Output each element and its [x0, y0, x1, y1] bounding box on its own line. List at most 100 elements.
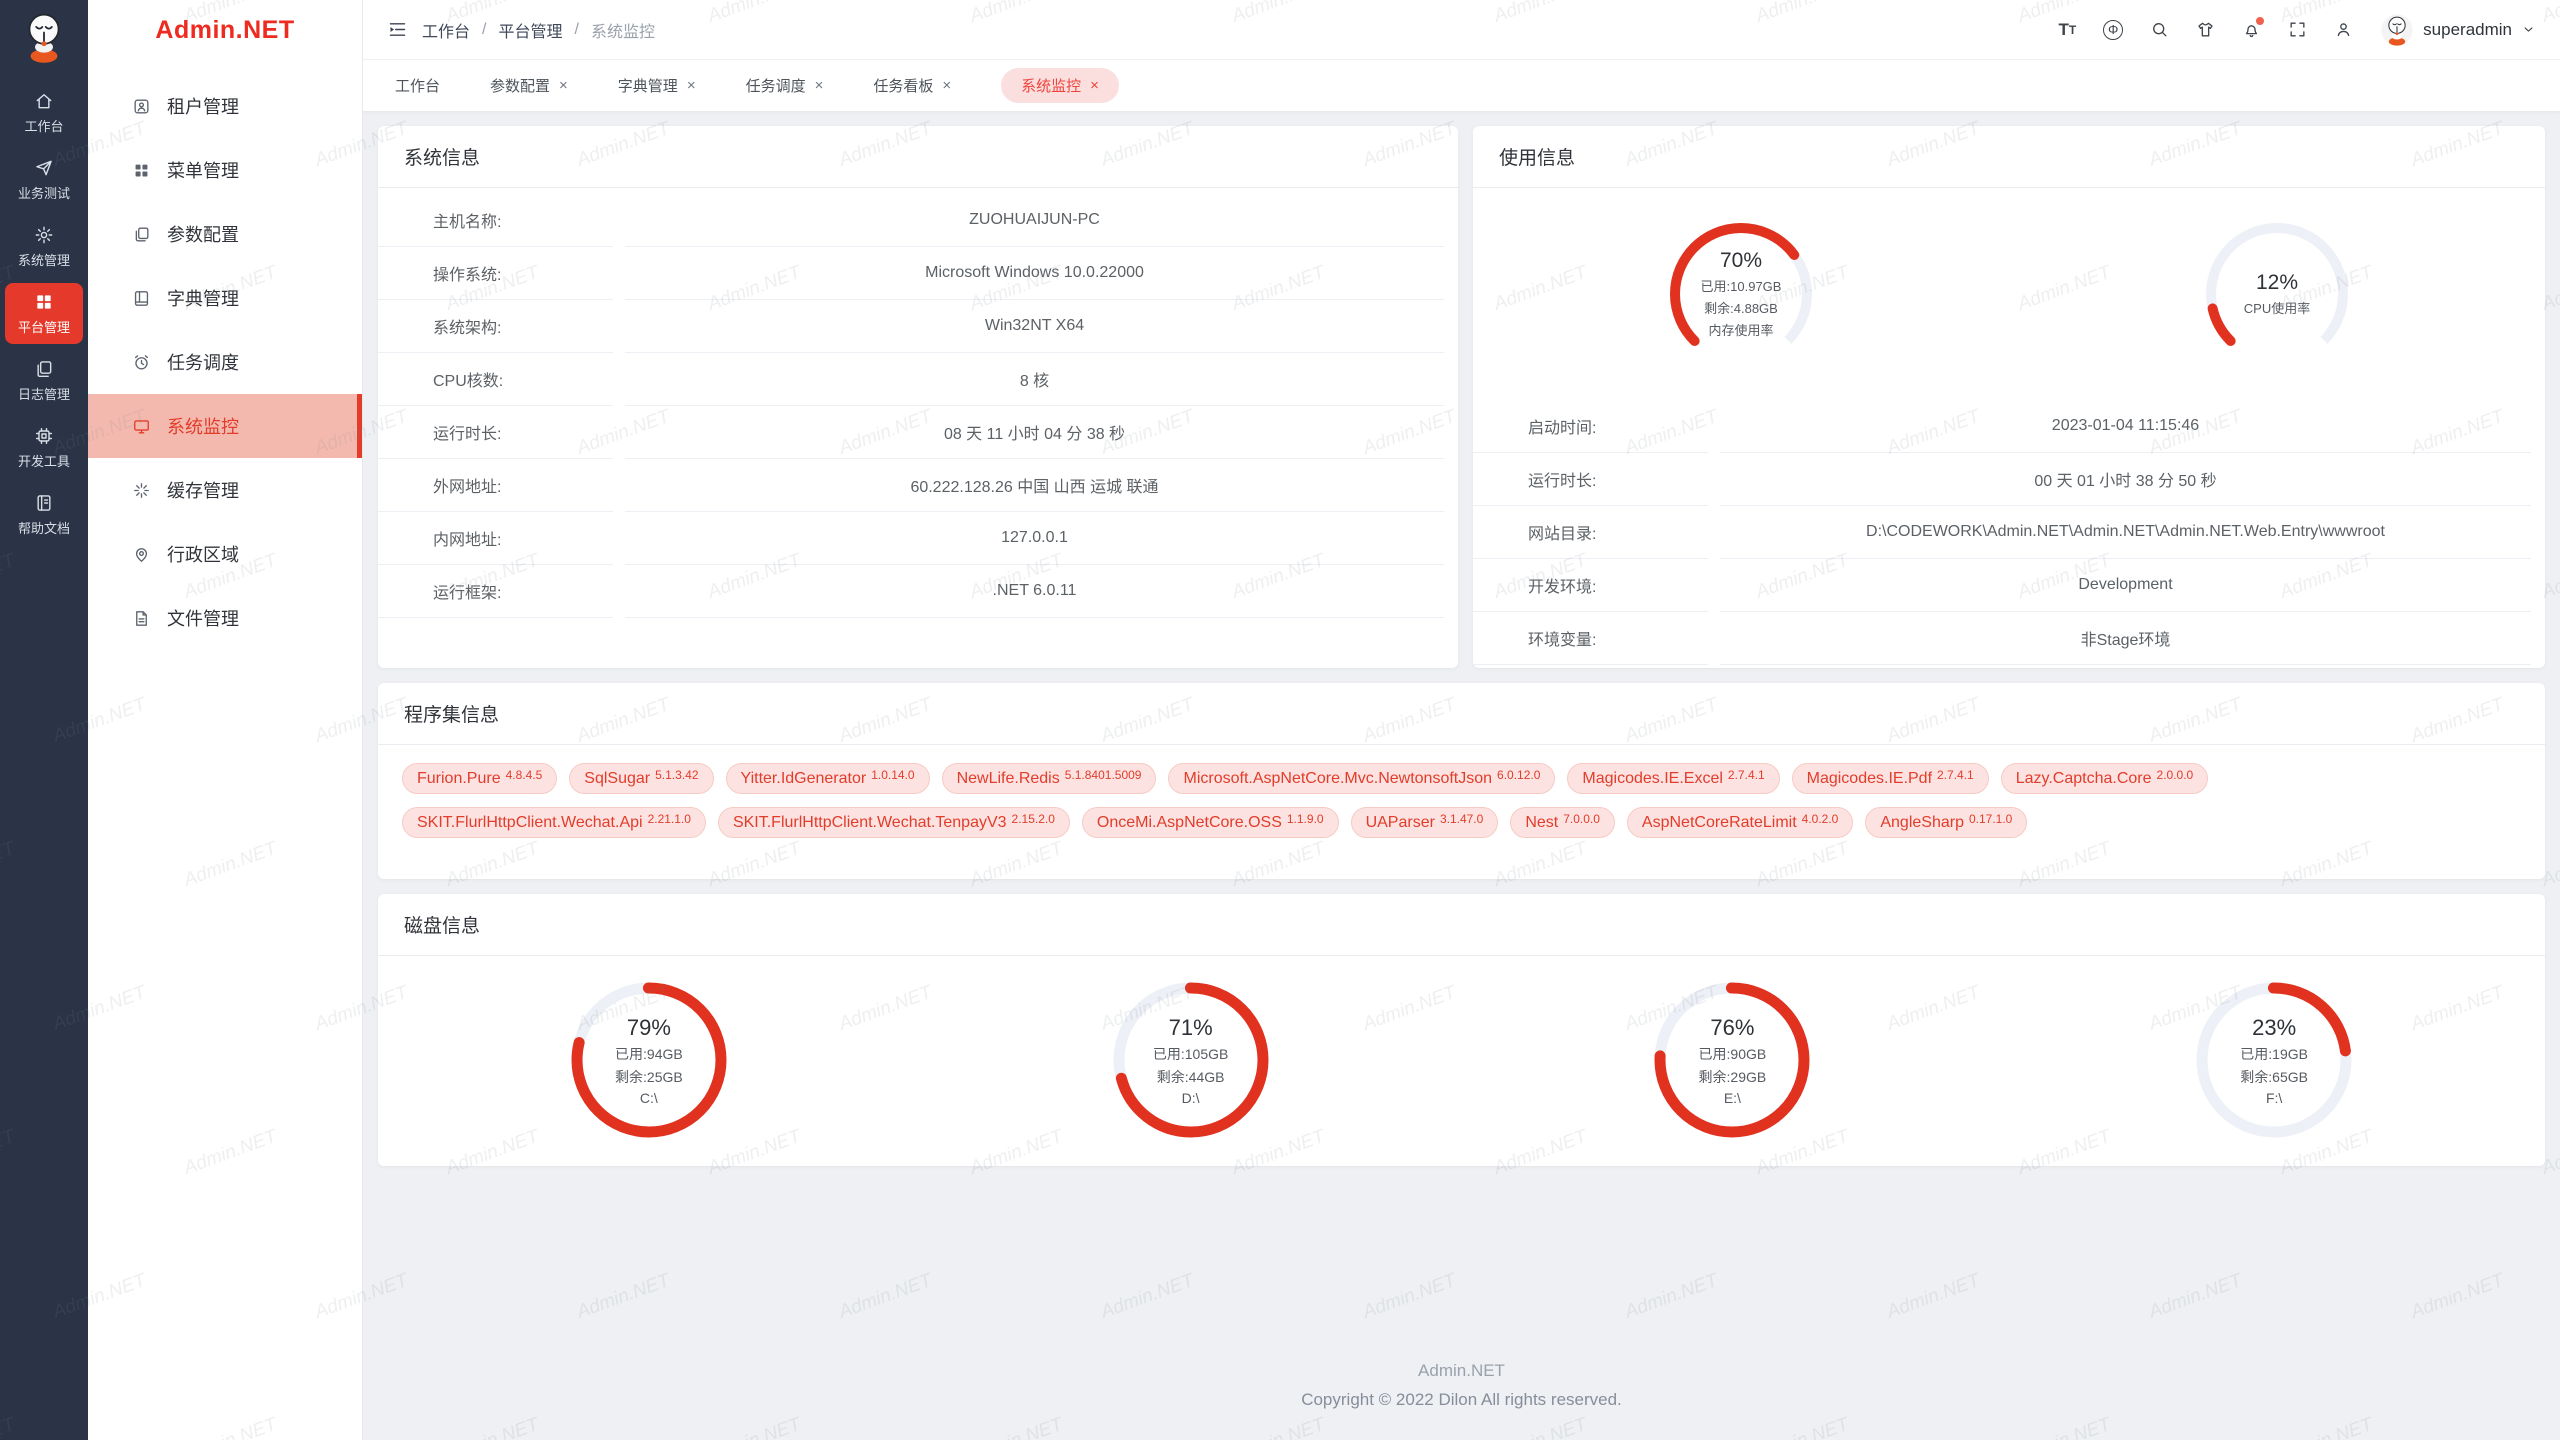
rail-item-log-mgmt[interactable]: 日志管理	[5, 350, 83, 411]
notification-bell-icon[interactable]	[2242, 20, 2261, 39]
disk-gauge-d: 71% 已用:105GB 剩余:44GB D:\	[1106, 975, 1276, 1145]
info-value: ZUOHUAIJUN-PC	[625, 194, 1444, 247]
sidebar-item-cache-mgmt[interactable]: 缓存管理	[88, 458, 362, 522]
rail-item-label: 开发工具	[18, 451, 70, 470]
tab-close-icon[interactable]: ×	[1090, 77, 1099, 94]
gauge-percent: 76%	[1710, 1015, 1754, 1041]
tab-workbench[interactable]: 工作台	[395, 75, 440, 96]
info-row: 运行时长:00 天 01 小时 38 分 50 秒	[1473, 453, 2545, 506]
tab-close-icon[interactable]: ×	[559, 77, 568, 94]
info-label: 运行框架:	[378, 565, 613, 618]
info-row: 运行框架:.NET 6.0.11	[378, 565, 1458, 618]
rail-item-dev-tools[interactable]: 开发工具	[5, 417, 83, 478]
info-value: 60.222.128.26 中国 山西 运城 联通	[625, 459, 1444, 512]
tab-label: 任务调度	[746, 75, 806, 96]
info-label: CPU核数:	[378, 353, 613, 406]
info-value: Win32NT X64	[625, 300, 1444, 353]
disk-gauge-f: 23% 已用:19GB 剩余:65GB F:\	[2189, 975, 2359, 1145]
gauge-line: D:\	[1182, 1090, 1200, 1106]
disk-gauge-c: 79% 已用:94GB 剩余:25GB C:\	[564, 975, 734, 1145]
sidebar-item-label: 字典管理	[167, 285, 239, 311]
fullscreen-icon[interactable]	[2288, 20, 2307, 39]
avatar	[2380, 13, 2414, 47]
gauge-percent: 70%	[1720, 249, 1762, 273]
package-badge: AngleSharp0.17.1.0	[1865, 807, 2027, 838]
language-icon[interactable]: Φ	[2103, 20, 2123, 40]
user-outline-icon[interactable]	[2334, 20, 2353, 39]
top-bar: 工作台 / 平台管理 / 系统监控 TT Φ	[363, 0, 2560, 60]
sidebar-item-menu-mgmt[interactable]: 菜单管理	[88, 138, 362, 202]
user-menu[interactable]: superadmin	[2380, 13, 2536, 47]
info-row: 网站目录:D:\CODEWORK\Admin.NET\Admin.NET\Adm…	[1473, 506, 2545, 559]
tab-close-icon[interactable]: ×	[687, 77, 696, 94]
tab-label: 任务看板	[873, 75, 933, 96]
menu-grid-icon	[132, 161, 151, 180]
sidebar-item-task-schedule[interactable]: 任务调度	[88, 330, 362, 394]
sidebar-item-param-config[interactable]: 参数配置	[88, 202, 362, 266]
gauge-line: C:\	[640, 1090, 658, 1106]
collapse-sidebar-icon[interactable]	[387, 19, 408, 40]
sidebar-item-label: 租户管理	[167, 93, 239, 119]
package-badge: SqlSugar5.1.3.42	[569, 763, 713, 794]
tab-close-icon[interactable]: ×	[942, 77, 951, 94]
gauge-line: 已用:10.97GB	[1701, 276, 1782, 295]
package-badge: Furion.Pure4.8.4.5	[402, 763, 557, 794]
app-rail: 工作台 业务测试 系统管理 平台管理 日志管理 开发工具 帮助文档	[0, 0, 88, 1440]
info-value: 00 天 01 小时 38 分 50 秒	[1720, 453, 2531, 506]
sidebar-item-dict-mgmt[interactable]: 字典管理	[88, 266, 362, 330]
rail-item-system-mgmt[interactable]: 系统管理	[5, 216, 83, 277]
rail-item-workbench[interactable]: 工作台	[5, 82, 83, 143]
sidebar-item-file-mgmt[interactable]: 文件管理	[88, 586, 362, 650]
disk-gauge-e: 76% 已用:90GB 剩余:29GB E:\	[1647, 975, 1817, 1145]
font-size-icon[interactable]: TT	[2058, 20, 2076, 40]
sidebar-item-tenant-mgmt[interactable]: 租户管理	[88, 74, 362, 138]
tab-task-board[interactable]: 任务看板 ×	[873, 75, 951, 96]
sidebar-item-label: 系统监控	[167, 413, 239, 439]
sidebar-item-label: 任务调度	[167, 349, 239, 375]
package-badge: OnceMi.AspNetCore.OSS1.1.9.0	[1082, 807, 1339, 838]
search-icon[interactable]	[2150, 20, 2169, 39]
rail-item-platform-mgmt[interactable]: 平台管理	[5, 283, 83, 344]
info-row: CPU核数:8 核	[378, 353, 1458, 406]
tab-param-config[interactable]: 参数配置 ×	[490, 75, 568, 96]
gauge-line: 剩余:29GB	[1699, 1067, 1767, 1087]
info-value: 2023-01-04 11:15:46	[1720, 400, 2531, 453]
tab-system-monitor[interactable]: 系统监控 ×	[1001, 68, 1119, 103]
info-value: .NET 6.0.11	[625, 565, 1444, 618]
sidebar-item-label: 文件管理	[167, 605, 239, 631]
gauge-percent: 12%	[2256, 271, 2298, 295]
sidebar-item-label: 菜单管理	[167, 157, 239, 183]
sidebar-item-system-monitor[interactable]: 系统监控	[88, 394, 362, 458]
info-label: 运行时长:	[378, 406, 613, 459]
card-title: 使用信息	[1473, 126, 2545, 188]
tab-task-schedule[interactable]: 任务调度 ×	[746, 75, 824, 96]
info-row: 内网地址:127.0.0.1	[378, 512, 1458, 565]
rail-item-business-test[interactable]: 业务测试	[5, 149, 83, 210]
assemblies-card: 程序集信息 Furion.Pure4.8.4.5 SqlSugar5.1.3.4…	[378, 683, 2545, 879]
gauge-line: 已用:105GB	[1153, 1044, 1228, 1064]
info-value: 08 天 11 小时 04 分 38 秒	[625, 406, 1444, 459]
footer-copyright: Copyright © 2022 Dilon All rights reserv…	[378, 1390, 2545, 1410]
tab-label: 系统监控	[1021, 75, 1081, 96]
tenant-icon	[132, 97, 151, 116]
theme-shirt-icon[interactable]	[2196, 20, 2215, 39]
info-row: 环境变量:非Stage环境	[1473, 612, 2545, 665]
package-badge: Lazy.Captcha.Core2.0.0.0	[2001, 763, 2208, 794]
rail-item-label: 业务测试	[18, 183, 70, 202]
info-label: 环境变量:	[1473, 612, 1708, 665]
breadcrumb-item[interactable]: 平台管理	[498, 18, 562, 42]
tab-dict-mgmt[interactable]: 字典管理 ×	[618, 75, 696, 96]
breadcrumb-item[interactable]: 工作台	[422, 18, 470, 42]
gauge-line: 剩余:65GB	[2240, 1067, 2308, 1087]
monitor-icon	[132, 417, 151, 436]
copy-icon	[132, 225, 151, 244]
tab-close-icon[interactable]: ×	[815, 77, 824, 94]
package-badge: Magicodes.IE.Pdf2.7.4.1	[1792, 763, 1989, 794]
rail-item-help-docs[interactable]: 帮助文档	[5, 484, 83, 545]
sidebar-item-admin-region[interactable]: 行政区域	[88, 522, 362, 586]
info-value: Development	[1720, 559, 2531, 612]
gauge-percent: 23%	[2252, 1015, 2296, 1041]
file-icon	[132, 609, 151, 628]
app-logo-mascot[interactable]	[17, 9, 71, 70]
breadcrumb: 工作台 / 平台管理 / 系统监控	[422, 18, 655, 42]
